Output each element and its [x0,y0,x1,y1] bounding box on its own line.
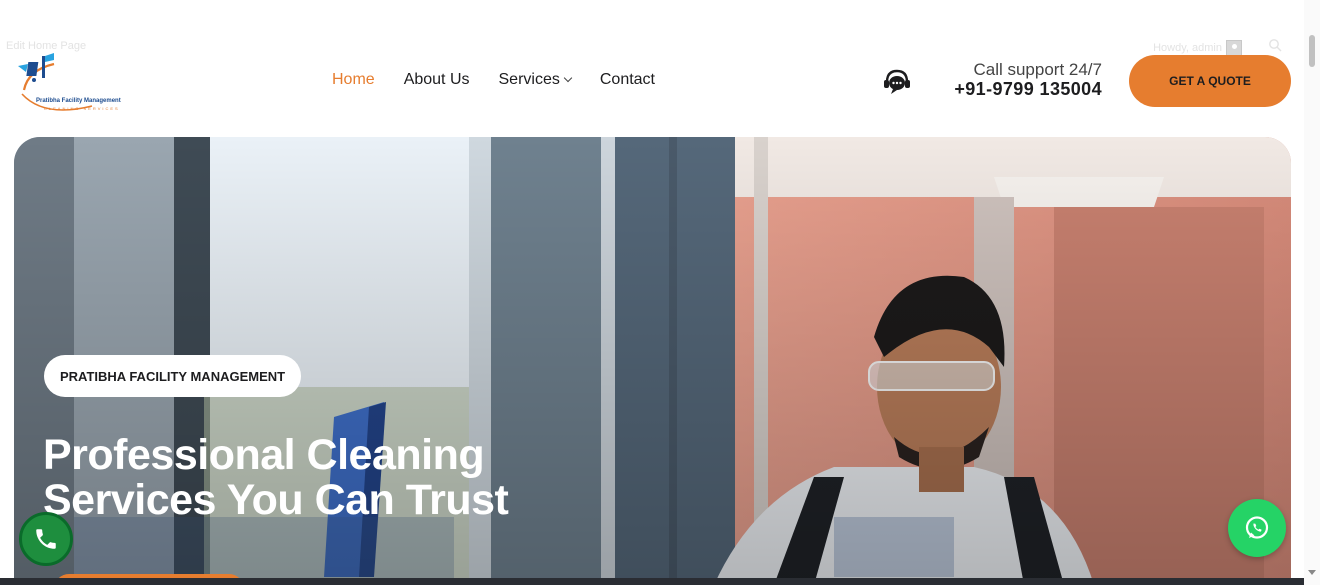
main-nav: Home About Us Services Contact [332,71,655,89]
call-button[interactable] [19,512,73,566]
nav-item-services-label: Services [498,71,560,88]
support-phone[interactable]: +91-9799 135004 [940,79,1102,99]
site-header: Pratibha Facility Management CLEANING SE… [0,38,1304,128]
nav-item-home[interactable]: Home [332,71,375,89]
hero-banner: PRATIBHA FACILITY MANAGEMENT Professiona… [14,137,1291,585]
hero-headline-line-2: Services You Can Trust [43,476,509,524]
nav-item-services[interactable]: Services [498,71,573,89]
brand-name: Pratibha Facility Management [36,98,121,104]
scroll-down-arrow-icon[interactable] [1308,570,1316,575]
logo-mark-icon [18,53,93,111]
bottom-bar [0,578,1304,585]
get-a-quote-button[interactable]: GET A QUOTE [1129,55,1291,107]
scrollbar-thumb[interactable] [1309,35,1315,67]
support-chat-icon [884,69,910,94]
hero-headline-line-1: Professional Cleaning [43,431,485,479]
admin-bar: Edit Home Page Howdy, admin [0,0,1304,56]
brand-tagline: CLEANING SERVICES [44,106,120,111]
nav-item-contact[interactable]: Contact [600,71,655,89]
whatsapp-button[interactable] [1228,499,1286,557]
page-scrollbar[interactable] [1304,0,1320,585]
phone-icon [36,529,56,549]
support-label: Call support 24/7 [973,60,1102,79]
brand-logo[interactable]: Pratibha Facility Management CLEANING SE… [14,50,140,114]
chevron-down-icon [563,73,573,83]
support-contact[interactable]: Call support 24/7 +91-9799 135004 [940,60,1102,100]
whatsapp-icon [1245,516,1269,539]
hero-headline: Professional Cleaning Services You Can T… [43,433,563,523]
hero-badge: PRATIBHA FACILITY MANAGEMENT [44,355,302,397]
nav-item-about-us[interactable]: About Us [404,71,470,89]
